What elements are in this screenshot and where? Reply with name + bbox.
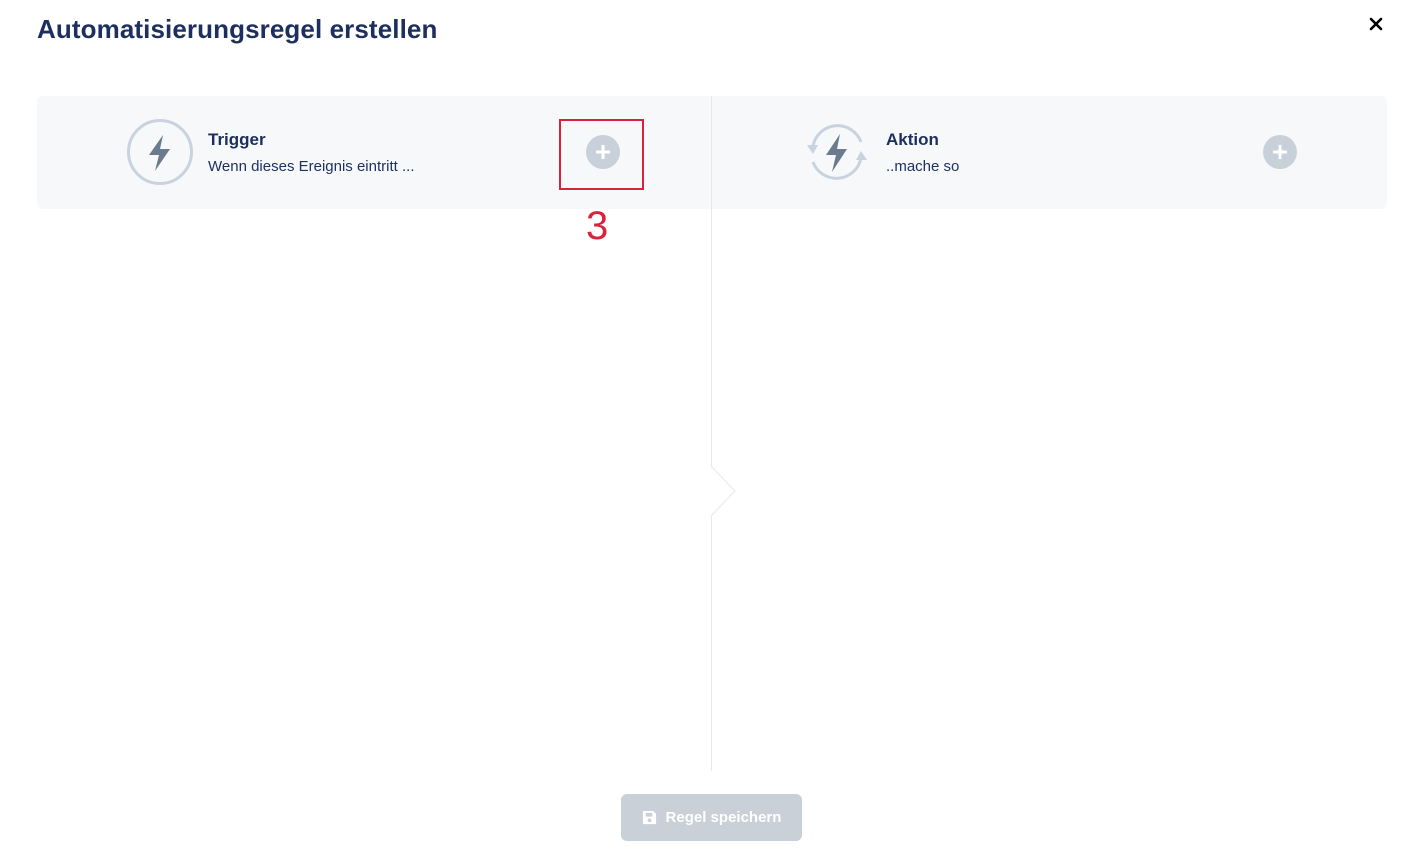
lightning-cycle-icon [807,124,867,180]
highlight-label: 3 [586,204,609,248]
add-action-button[interactable] [1263,135,1297,169]
plus-icon [1273,145,1287,159]
save-rule-button[interactable]: Regel speichern [621,794,802,841]
action-subtitle: ..mache so [886,158,960,175]
divider-arrow [711,466,736,516]
close-button[interactable] [1364,12,1388,36]
highlight-box [559,119,644,190]
modal-title: Automatisierungsregel erstellen [37,14,438,44]
lightning-icon [127,119,193,185]
action-title: Aktion [886,130,939,149]
save-rule-label: Regel speichern [665,809,782,826]
trigger-title: Trigger [208,130,266,149]
close-icon [1369,17,1383,31]
floppy-disk-icon [642,810,656,825]
rule-steps-header [37,96,1387,209]
trigger-subtitle: Wenn dieses Ereignis eintritt ... [208,158,415,175]
column-divider [711,96,712,771]
automation-rule-modal: Automatisierungsregel erstellen Trigger … [0,0,1421,865]
